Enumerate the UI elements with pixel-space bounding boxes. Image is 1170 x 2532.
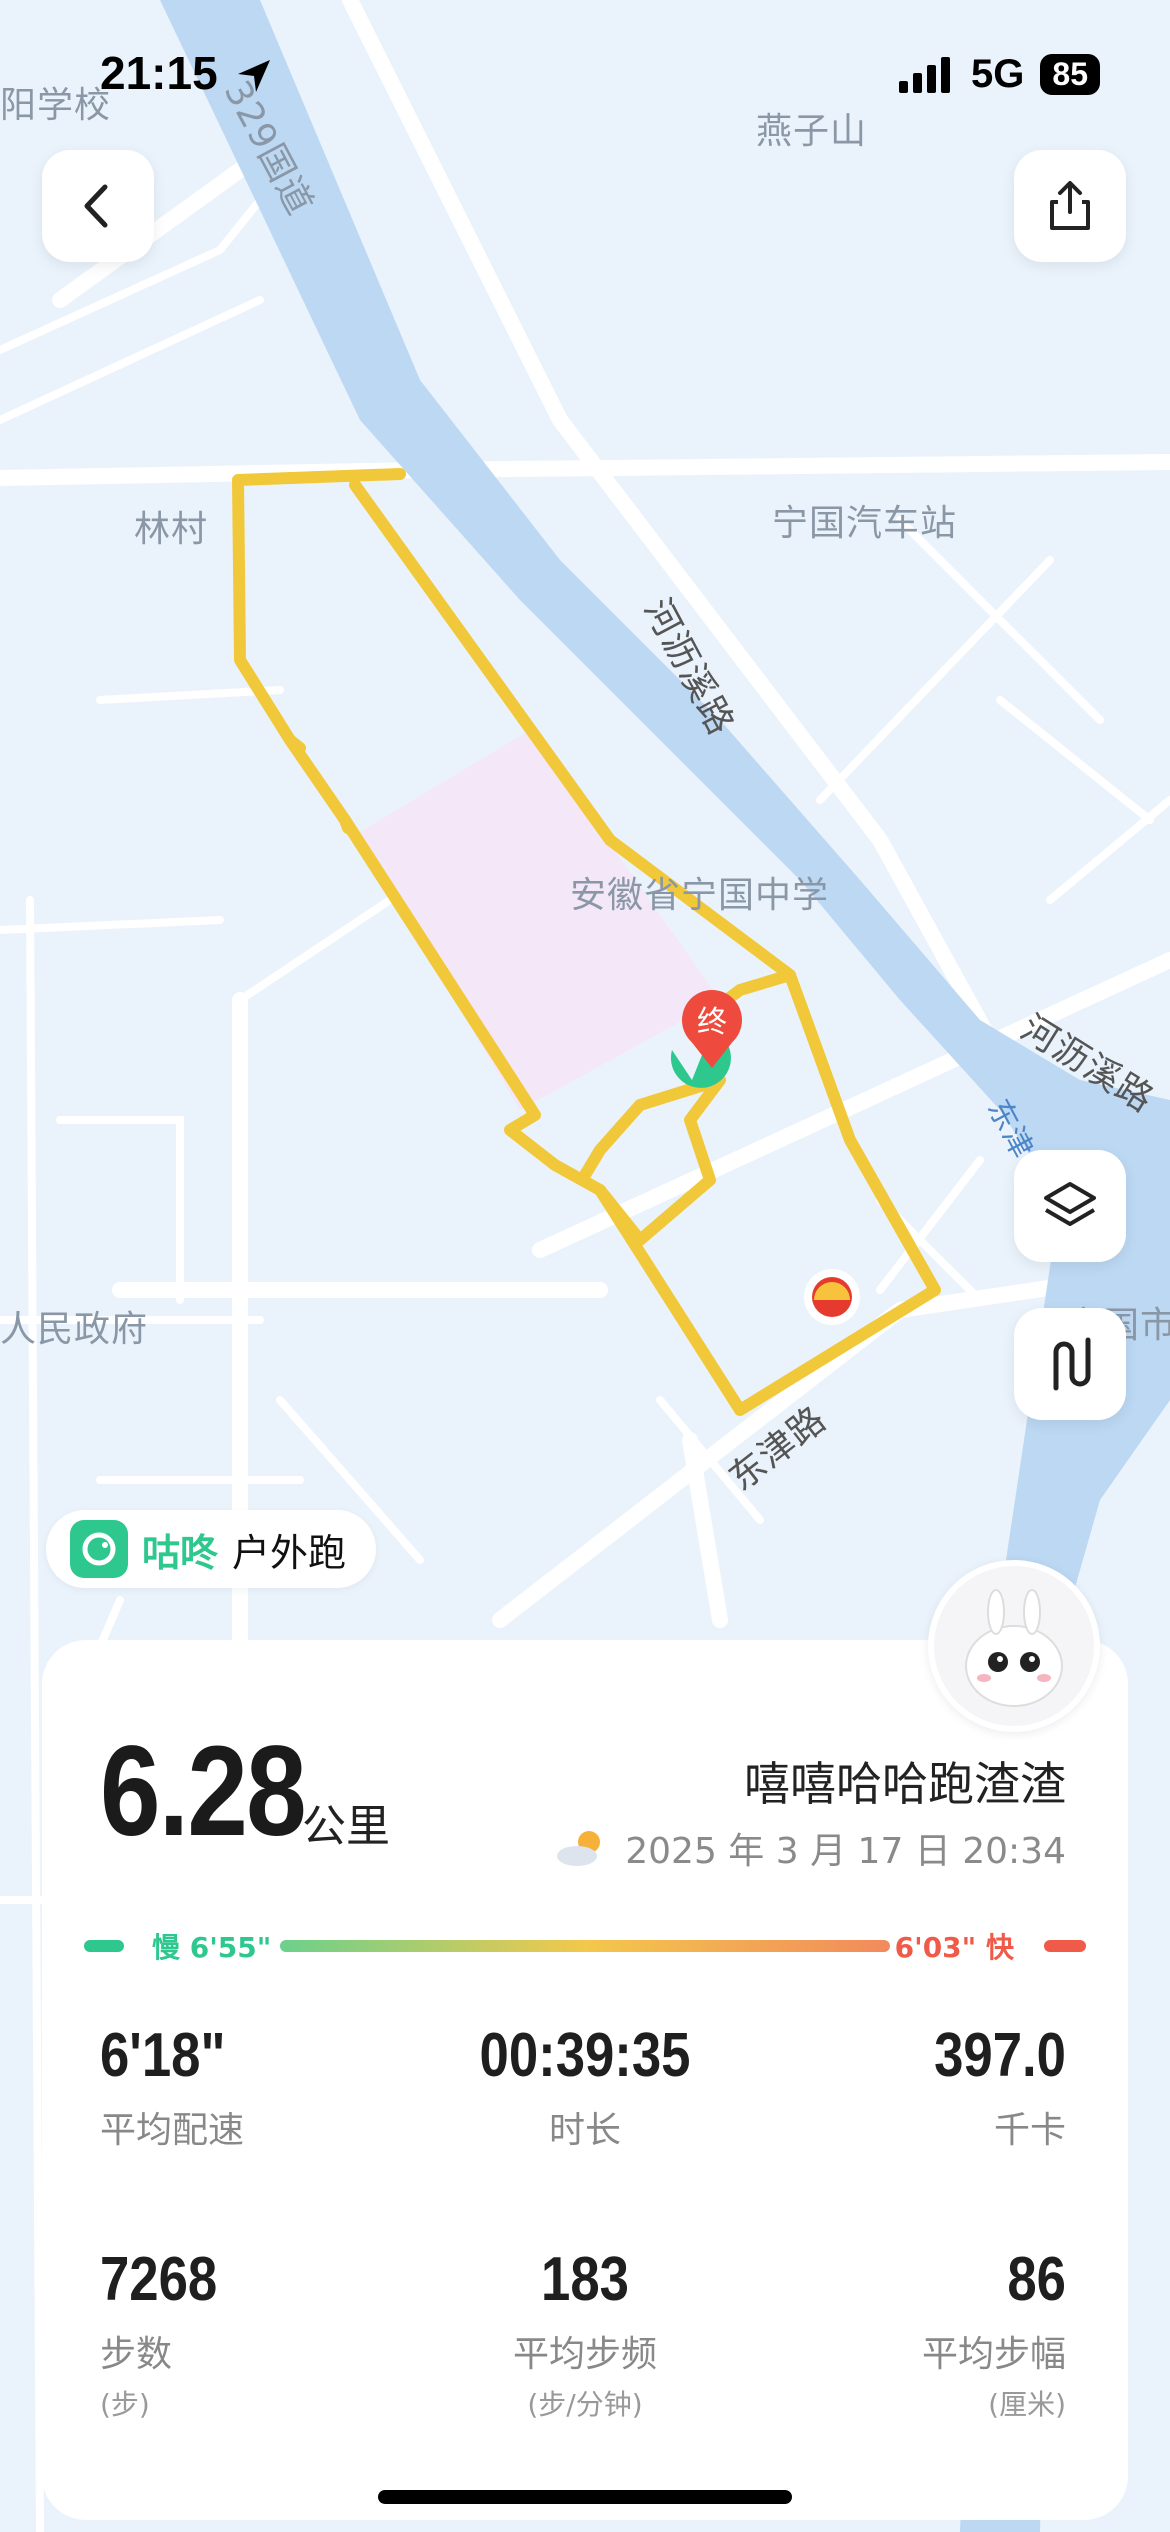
brand-logo-icon xyxy=(70,1520,128,1578)
label-middle-school: 安徽省宁国中学 xyxy=(570,875,830,916)
brand-name: 咕咚 xyxy=(142,1530,219,1575)
route-icon xyxy=(1053,1337,1091,1391)
stat-unit: (步) xyxy=(100,2388,150,2421)
stat-steps: 7268 步数 (步) xyxy=(100,2244,400,2423)
stat-label: 平均步频 xyxy=(512,2334,657,2375)
stat-value: 7268 xyxy=(100,2245,218,2314)
route-toggle-button[interactable] xyxy=(1014,1308,1126,1420)
stat-value: 6'18" xyxy=(100,2021,226,2090)
brand-chip: 咕咚 户外跑 xyxy=(46,1510,377,1588)
stat-cadence: 183 平均步频 (步/分钟) xyxy=(435,2244,735,2423)
stat-duration: 00:39:35 时长 xyxy=(435,2020,735,2153)
stat-stride: 86 平均步幅 (厘米) xyxy=(766,2244,1066,2423)
stat-avg-pace: 6'18" 平均配速 xyxy=(100,2020,400,2153)
weather-partly-cloudy-icon xyxy=(557,1831,601,1866)
end-marker-label: 终 xyxy=(697,1005,727,1040)
signal-icon xyxy=(899,56,951,93)
stat-calories: 397.0 千卡 xyxy=(766,2020,1066,2153)
datetime-row: 2025 年 3 月 17 日 20:34 xyxy=(553,1822,1066,1874)
status-bar: 21:15 5G 85 xyxy=(0,0,1170,140)
username[interactable]: 嘻嘻哈哈跑渣渣 xyxy=(744,1748,1066,1814)
stat-unit: (步/分钟) xyxy=(527,2388,643,2421)
share-button[interactable] xyxy=(1014,150,1126,262)
stat-label: 平均步幅 xyxy=(921,2334,1066,2375)
stat-label: 平均配速 xyxy=(100,2110,245,2151)
stat-unit: (厘米) xyxy=(988,2388,1066,2421)
status-time: 21:15 xyxy=(100,47,218,99)
layers-icon xyxy=(1044,1182,1096,1226)
chevron-left-icon xyxy=(84,184,108,228)
stat-value: 00:39:35 xyxy=(479,2021,691,2090)
distance-value: 6.28 xyxy=(100,1720,307,1863)
stat-value: 397.0 xyxy=(934,2021,1066,2090)
avatar-character-icon xyxy=(965,1589,1063,1707)
stat-label: 时长 xyxy=(548,2110,621,2151)
battery-level: 85 xyxy=(1040,54,1100,95)
network-type: 5G xyxy=(971,52,1025,96)
avatar[interactable] xyxy=(928,1560,1100,1732)
pace-fast-label: 6'03" 快 xyxy=(894,1931,1014,1964)
label-gov: 人民政府 xyxy=(0,1309,149,1350)
stat-label: 步数 xyxy=(100,2334,173,2375)
map-layers-button[interactable] xyxy=(1014,1150,1126,1262)
location-arrow-icon xyxy=(238,60,270,92)
stat-label: 千卡 xyxy=(993,2110,1066,2151)
label-bus-station: 宁国汽车站 xyxy=(772,503,958,544)
pace-slow-label: 慢 6'55" xyxy=(152,1931,272,1964)
gas-station-icon xyxy=(804,1269,860,1325)
stat-value: 86 xyxy=(1007,2245,1066,2314)
label-lincun: 林村 xyxy=(134,509,209,550)
home-indicator[interactable] xyxy=(378,2490,792,2504)
share-icon xyxy=(1050,181,1090,230)
sport-mode: 户外跑 xyxy=(232,1530,347,1575)
stat-value: 183 xyxy=(541,2245,629,2314)
distance-unit: 公里 xyxy=(302,1801,390,1852)
back-button[interactable] xyxy=(42,150,154,262)
datetime: 2025 年 3 月 17 日 20:34 xyxy=(625,1831,1066,1872)
